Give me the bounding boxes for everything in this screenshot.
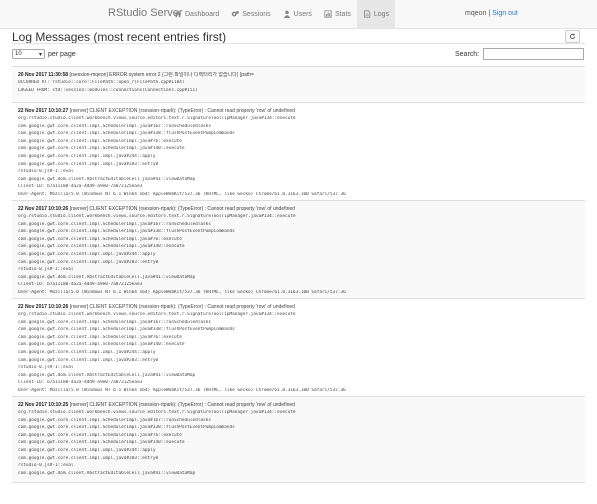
log-detail-line: rstudio-0.js#-1::eval: [18, 169, 74, 175]
log-entry: 22 Nov 2017 10:10:25 [rserver] CLIENT EX…: [12, 397, 585, 483]
log-detail-line: com.google.gwt.core.client.impl.Schedule…: [18, 425, 235, 431]
page-title: Log Messages (most recent entries first): [12, 30, 227, 44]
log-timestamp: 22 Nov 2017 10:10:26: [18, 304, 69, 310]
search-label: Search:: [455, 50, 480, 58]
log-detail-line: com.google.gwt.core.client.impl.Schedule…: [18, 334, 182, 340]
log-message: [rsession-mqeon] ERROR system error 2 (그…: [69, 72, 254, 78]
log-detail-line: Client-ID: b7a11180-4a2a-4dd9-a9e0-7a872…: [18, 282, 143, 288]
log-timestamp: 22 Nov 2017 10:10:26: [18, 206, 69, 212]
log-detail-line: com.google.gwt.core.client.impl.Schedule…: [18, 342, 185, 348]
log-detail-line: org.rstudio.studio.client.workbench.view…: [18, 410, 296, 415]
log-message: [rserver] CLIENT EXCEPTION (rsession-rtp…: [69, 206, 295, 212]
log-detail-line: User-Agent: Mozilla/5.0 (Windows NT 6.1 …: [18, 192, 346, 197]
log-detail-line: User-Agent: Mozilla/5.0 (Windows NT 6.1 …: [18, 388, 346, 393]
log-timestamp: 20 Nov 2017 11:30:58: [18, 72, 69, 78]
nav-item-sessions[interactable]: Sessions: [225, 0, 276, 28]
nav-item-stats[interactable]: Stats: [318, 0, 357, 28]
log-detail-line: com.google.gwt.dom.client.AbstractEditab…: [18, 274, 196, 280]
log-entry-header: 22 Nov 2017 10:10:27 [rserver] CLIENT EX…: [18, 108, 578, 114]
log-message: [rserver] CLIENT EXCEPTION (rsession-rtp…: [69, 402, 295, 408]
log-detail-line: OCCURRED AT: rstudio::core::FilePath::op…: [18, 80, 185, 85]
log-timestamp: 22 Nov 2017 10:10:25: [18, 402, 69, 408]
log-detail-line: rstudio-0.js#-1::eval: [18, 463, 74, 469]
log-entry-header: 20 Nov 2017 11:30:58 [rsession-mqeon] ER…: [18, 72, 578, 78]
per-page-label: per page: [48, 50, 76, 58]
log-detail-line: com.google.gwt.core.client.impl.Impl.jav…: [18, 448, 156, 453]
per-page-control: 10 ▾ per page: [12, 49, 76, 59]
log-detail-line: com.google.gwt.core.client.impl.Schedule…: [18, 123, 211, 129]
log-detail-line: com.google.gwt.core.client.impl.Impl.jav…: [18, 161, 159, 167]
log-detail-line: com.google.gwt.core.client.impl.Schedule…: [18, 417, 211, 423]
log-message: [rserver] CLIENT EXCEPTION (rsession-rtp…: [69, 304, 295, 310]
log-detail-line: com.google.gwt.core.client.impl.Schedule…: [18, 432, 182, 438]
log-detail-line: com.google.gwt.core.client.impl.Impl.jav…: [18, 252, 156, 257]
per-page-select[interactable]: 10 ▾: [12, 49, 45, 59]
top-navbar: RStudio Server Dashboard Sessions Users …: [0, 0, 597, 29]
log-detail-line: Client-ID: b7a11180-4a2a-4dd9-a9e0-7a872…: [18, 184, 143, 190]
user-menu: mqeon | Sign out: [465, 10, 518, 17]
nav-menu: Dashboard Sessions Users Stats Logs: [168, 0, 396, 28]
home-icon: [174, 10, 182, 18]
log-detail-line: org.rstudio.studio.client.workbench.view…: [18, 312, 296, 317]
nav-item-logs[interactable]: Logs: [356, 0, 396, 28]
nav-label-logs: Logs: [373, 10, 390, 18]
log-detail-line: rstudio-0.js#-1::eval: [18, 267, 74, 273]
log-detail-line: com.google.gwt.core.client.impl.Schedule…: [18, 244, 185, 250]
nav-label-dashboard: Dashboard: [185, 10, 220, 18]
log-detail-line: LOGGED FROM: std::session::modules::conn…: [18, 87, 198, 93]
chart-icon: [324, 10, 332, 18]
log-detail-line: com.google.gwt.core.client.impl.Schedule…: [18, 138, 182, 144]
title-divider: [12, 43, 585, 44]
log-detail-line: com.google.gwt.core.client.impl.Schedule…: [18, 221, 211, 227]
log-detail-line: Client-ID: b7a11180-4a2a-4dd9-a9e0-7a872…: [18, 380, 143, 386]
log-detail-line: com.google.gwt.core.client.impl.Schedule…: [18, 327, 235, 333]
log-detail-line: com.google.gwt.core.client.impl.Impl.jav…: [18, 357, 159, 363]
log-entry: 22 Nov 2017 10:10:27 [rserver] CLIENT EX…: [12, 103, 585, 201]
log-detail-line: com.google.gwt.core.client.impl.Impl.jav…: [18, 259, 159, 265]
log-detail-line: User-Agent: Mozilla/5.0 (Windows NT 6.1 …: [18, 290, 346, 295]
username: mqeon: [465, 10, 487, 17]
log-entry-header: 22 Nov 2017 10:10:25 [rserver] CLIENT EX…: [18, 402, 578, 408]
log-entry: 20 Nov 2017 11:30:58 [rsession-mqeon] ER…: [12, 67, 585, 103]
log-table: 20 Nov 2017 11:30:58 [rsession-mqeon] ER…: [12, 66, 585, 483]
log-detail-line: com.google.gwt.core.client.impl.Impl.jav…: [18, 350, 156, 355]
log-detail-line: com.google.gwt.core.client.impl.Schedule…: [18, 131, 235, 137]
log-entry-header: 22 Nov 2017 10:10:26 [rserver] CLIENT EX…: [18, 206, 578, 212]
log-message: [rserver] CLIENT EXCEPTION (rsession-rtp…: [69, 108, 295, 114]
user-icon: [283, 10, 290, 18]
log-detail-line: com.google.gwt.core.client.impl.Impl.jav…: [18, 154, 156, 159]
log-detail-line: org.rstudio.studio.client.workbench.view…: [18, 116, 296, 121]
per-page-value: 10: [15, 51, 22, 57]
log-entry-header: 22 Nov 2017 10:10:26 [rserver] CLIENT EX…: [18, 304, 578, 310]
log-detail-line: com.google.gwt.dom.client.AbstractEditab…: [18, 470, 196, 476]
log-detail-line: com.google.gwt.core.client.impl.Impl.jav…: [18, 455, 159, 461]
search-control: Search:: [455, 48, 585, 60]
log-detail-line: com.google.gwt.core.client.impl.Schedule…: [18, 319, 211, 325]
log-detail-line: com.google.gwt.core.client.impl.Schedule…: [18, 229, 235, 235]
user-separator: |: [488, 10, 491, 17]
log-detail-line: com.google.gwt.core.client.impl.Schedule…: [18, 146, 185, 152]
nav-label-sessions: Sessions: [242, 10, 271, 18]
nav-label-users: Users: [293, 10, 312, 18]
nav-label-stats: Stats: [334, 10, 351, 18]
log-timestamp: 22 Nov 2017 10:10:27: [18, 108, 69, 114]
refresh-button[interactable]: [565, 30, 580, 43]
log-detail-line: com.google.gwt.dom.client.AbstractEditab…: [18, 176, 196, 182]
refresh-icon: [569, 33, 576, 40]
file-icon: [364, 10, 371, 18]
log-detail-line: com.google.gwt.core.client.impl.Schedule…: [18, 440, 185, 446]
log-detail-line: com.google.gwt.core.client.impl.Schedule…: [18, 236, 182, 242]
log-entry: 22 Nov 2017 10:10:26 [rserver] CLIENT EX…: [12, 201, 585, 299]
chevron-down-icon: ▾: [38, 51, 42, 58]
sign-out-link[interactable]: Sign out: [492, 10, 518, 17]
search-input[interactable]: [483, 48, 585, 60]
log-detail-line: rstudio-0.js#-1::eval: [18, 365, 74, 371]
log-detail-line: com.google.gwt.dom.client.AbstractEditab…: [18, 372, 196, 378]
log-entry: 22 Nov 2017 10:10:26 [rserver] CLIENT EX…: [12, 299, 585, 397]
log-detail-line: org.rstudio.studio.client.workbench.view…: [18, 214, 296, 219]
cogs-icon: [232, 10, 240, 17]
nav-item-users[interactable]: Users: [277, 0, 318, 28]
nav-item-dashboard[interactable]: Dashboard: [168, 0, 225, 28]
